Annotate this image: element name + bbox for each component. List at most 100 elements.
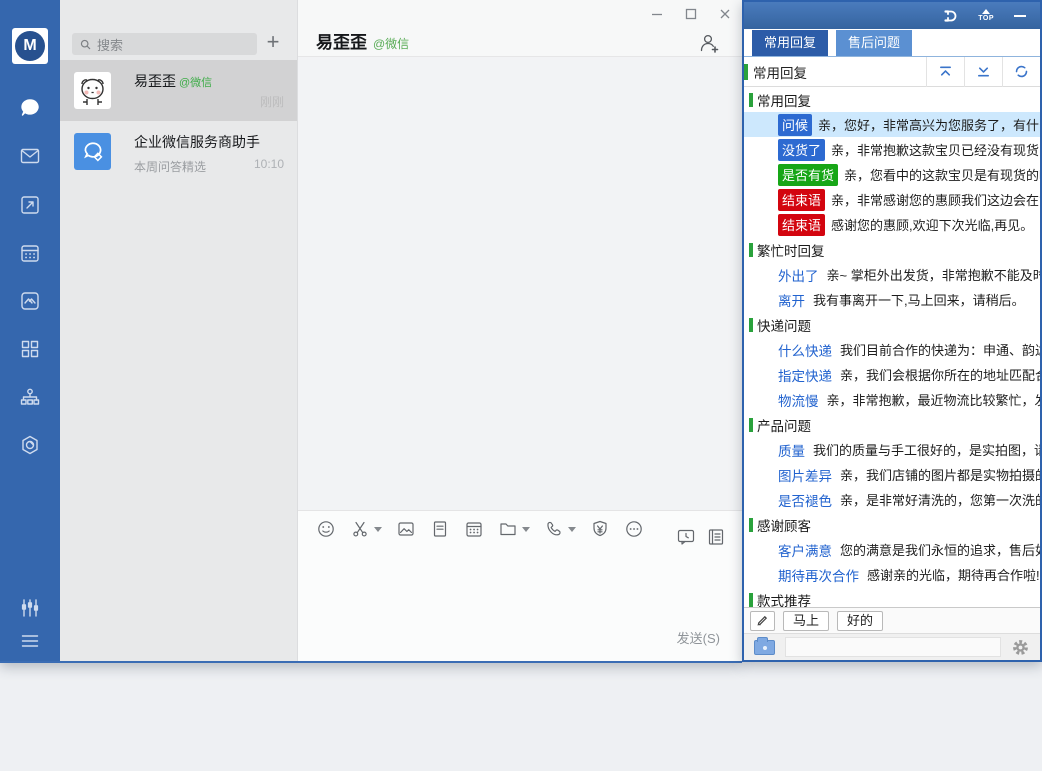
send-button[interactable]: 发送(S) (677, 628, 720, 647)
reply-item[interactable]: 图片差异 亲，我们店铺的图片都是实物拍摄的... (744, 462, 1040, 487)
reply-item[interactable]: 物流慢 亲，非常抱歉，最近物流比较繁忙，发... (744, 387, 1040, 412)
call-icon[interactable] (544, 519, 576, 539)
wecom-window: M (0, 0, 742, 663)
calendar-icon[interactable] (18, 241, 42, 265)
reply-item[interactable]: 外出了 亲~ 掌柜外出发货，非常抱歉不能及时... (744, 262, 1040, 287)
section-title: 款式推荐 (757, 590, 811, 608)
magnet-icon[interactable] (942, 8, 958, 24)
reply-item[interactable]: 什么快递 我们目前合作的快递为：申通、韵达... (744, 337, 1040, 362)
quick-edit-row: 马上 好的 (744, 607, 1040, 633)
reply-item[interactable]: 质量 我们的质量与手工很好的，是实拍图，请... (744, 437, 1040, 462)
assistant-search-input[interactable] (785, 637, 1001, 657)
assistant-titlebar: TOP (744, 2, 1040, 29)
reply-list: 常用回复 问候 亲，您好，非常高兴为您服务了，有什么... 没货了 亲，非常抱歉… (744, 87, 1040, 607)
reply-label: 质量 (778, 440, 805, 460)
edit-pencil-button[interactable] (750, 611, 775, 631)
reply-text: 我有事离开一下,马上回来，请稍后。 (813, 290, 1025, 309)
section-color-bar (749, 318, 753, 332)
close-button[interactable] (716, 5, 734, 23)
refresh-icon[interactable] (1002, 57, 1040, 87)
chat-list-item-service-assistant[interactable]: 企业微信服务商助手 本周问答精选 10:10 (60, 121, 297, 182)
payment-icon[interactable] (590, 519, 610, 539)
pin-top-icon[interactable]: TOP (978, 9, 994, 22)
chat-record-icon[interactable] (706, 527, 726, 547)
section-color-bar (749, 243, 753, 257)
emoji-icon[interactable] (316, 519, 336, 539)
quick-reply-chip[interactable]: 马上 (783, 611, 829, 631)
file-icon[interactable] (430, 519, 450, 539)
reply-section-header: 快递问题 (744, 312, 1040, 337)
chat-title: 易歪歪 (316, 28, 367, 53)
reply-text: 感谢亲的光临，期待再合作啦!，... (867, 565, 1040, 584)
reply-text: 亲，非常抱歉，最近物流比较繁忙，发... (827, 390, 1041, 409)
contacts-icon[interactable] (18, 385, 42, 409)
reply-section-header: 产品问题 (744, 412, 1040, 437)
settings-gear-icon[interactable] (1011, 638, 1030, 657)
avatar-cartoon (74, 72, 111, 109)
tab-common-replies[interactable]: 常用回复 (752, 30, 828, 56)
reply-text: 亲~ 掌柜外出发货，非常抱歉不能及时... (827, 265, 1041, 284)
reply-item[interactable]: 没货了 亲，非常抱歉这款宝贝已经没有现货了... (744, 137, 1040, 162)
chat-pane: 易歪歪 @微信 (298, 0, 742, 661)
add-chat-button[interactable]: + (261, 31, 285, 55)
minimize-button[interactable] (648, 5, 666, 23)
docs-icon[interactable] (18, 193, 42, 217)
chat-item-name: 企业微信服务商助手 (134, 132, 285, 152)
reply-item[interactable]: 指定快递 亲，我们会根据你所在的地址匹配合... (744, 362, 1040, 387)
meeting-icon[interactable] (18, 433, 42, 457)
folder-icon[interactable] (498, 519, 530, 539)
assistant-minimize-button[interactable] (1014, 15, 1026, 17)
tab-aftersale-questions[interactable]: 售后问题 (836, 30, 912, 56)
screenshot-icon[interactable] (350, 519, 382, 539)
wechat-tag: @微信 (179, 77, 212, 89)
reply-item[interactable]: 离开 我有事离开一下,马上回来，请稍后。 (744, 287, 1040, 312)
reply-text: 我们目前合作的快递为：申通、韵达... (840, 340, 1040, 359)
mail-icon[interactable] (18, 144, 42, 168)
more-icon[interactable] (624, 519, 644, 539)
maximize-button[interactable] (682, 5, 700, 23)
reply-text: 亲，非常抱歉这款宝贝已经没有现货了... (831, 140, 1040, 159)
reply-section-header: 繁忙时回复 (744, 237, 1040, 262)
section-title: 感谢顾客 (757, 515, 811, 535)
chat-list-item-yiwaiwai[interactable]: 易歪歪@微信 刚刚 (60, 60, 297, 121)
reply-item[interactable]: 结束语 亲，非常感谢您的惠顾我们这边会在第... (744, 187, 1040, 212)
app-logo[interactable]: M (12, 28, 48, 64)
reply-item[interactable]: 期待再次合作 感谢亲的光临，期待再合作啦!，... (744, 562, 1040, 587)
menu-icon[interactable] (18, 629, 42, 653)
reply-section-header: 常用回复 (744, 87, 1040, 112)
section-color-bar (749, 418, 753, 432)
search-input[interactable]: 搜索 (72, 33, 257, 55)
folder-blue-icon[interactable] (754, 640, 775, 655)
reply-label: 图片差异 (778, 465, 832, 485)
section-title: 产品问题 (757, 415, 811, 435)
toolbar-title: 常用回复 (753, 62, 926, 82)
reply-label: 指定快递 (778, 365, 832, 385)
expand-all-icon[interactable] (964, 57, 1002, 87)
reply-item[interactable]: 问候 亲，您好，非常高兴为您服务了，有什么... (744, 112, 1040, 137)
workbench-icon[interactable] (18, 337, 42, 361)
section-title: 繁忙时回复 (757, 240, 825, 260)
reply-label: 是否有货 (778, 164, 838, 186)
reply-item[interactable]: 是否有货 亲，您看中的这款宝贝是有现货的呢... (744, 162, 1040, 187)
drive-icon[interactable] (18, 289, 42, 313)
reply-text: 亲，您看中的这款宝贝是有现货的呢... (844, 165, 1040, 184)
calendar-tool-icon[interactable] (464, 519, 484, 539)
message-area[interactable] (298, 57, 742, 510)
chat-history-icon[interactable] (676, 527, 696, 547)
add-member-icon[interactable] (698, 32, 720, 54)
section-title: 快递问题 (757, 315, 811, 335)
reply-item[interactable]: 结束语 感谢您的惠顾,欢迎下次光临,再见。 (744, 212, 1040, 237)
reply-item[interactable]: 是否褪色 亲，是非常好清洗的，您第一次洗的... (744, 487, 1040, 512)
pin-top-label: TOP (978, 15, 994, 22)
screenshot-dropdown[interactable] (374, 527, 382, 532)
reply-item[interactable]: 客户满意 您的满意是我们永恒的追求，售后如... (744, 537, 1040, 562)
call-dropdown[interactable] (568, 527, 576, 532)
sliders-icon[interactable] (18, 596, 42, 620)
quick-reply-chip[interactable]: 好的 (837, 611, 883, 631)
folder-dropdown[interactable] (522, 527, 530, 532)
pin-top-arrow (982, 9, 990, 14)
collapse-all-icon[interactable] (926, 57, 964, 87)
image-icon[interactable] (396, 519, 416, 539)
chat-icon[interactable] (18, 96, 42, 120)
reply-text: 您的满意是我们永恒的追求，售后如... (840, 540, 1040, 559)
